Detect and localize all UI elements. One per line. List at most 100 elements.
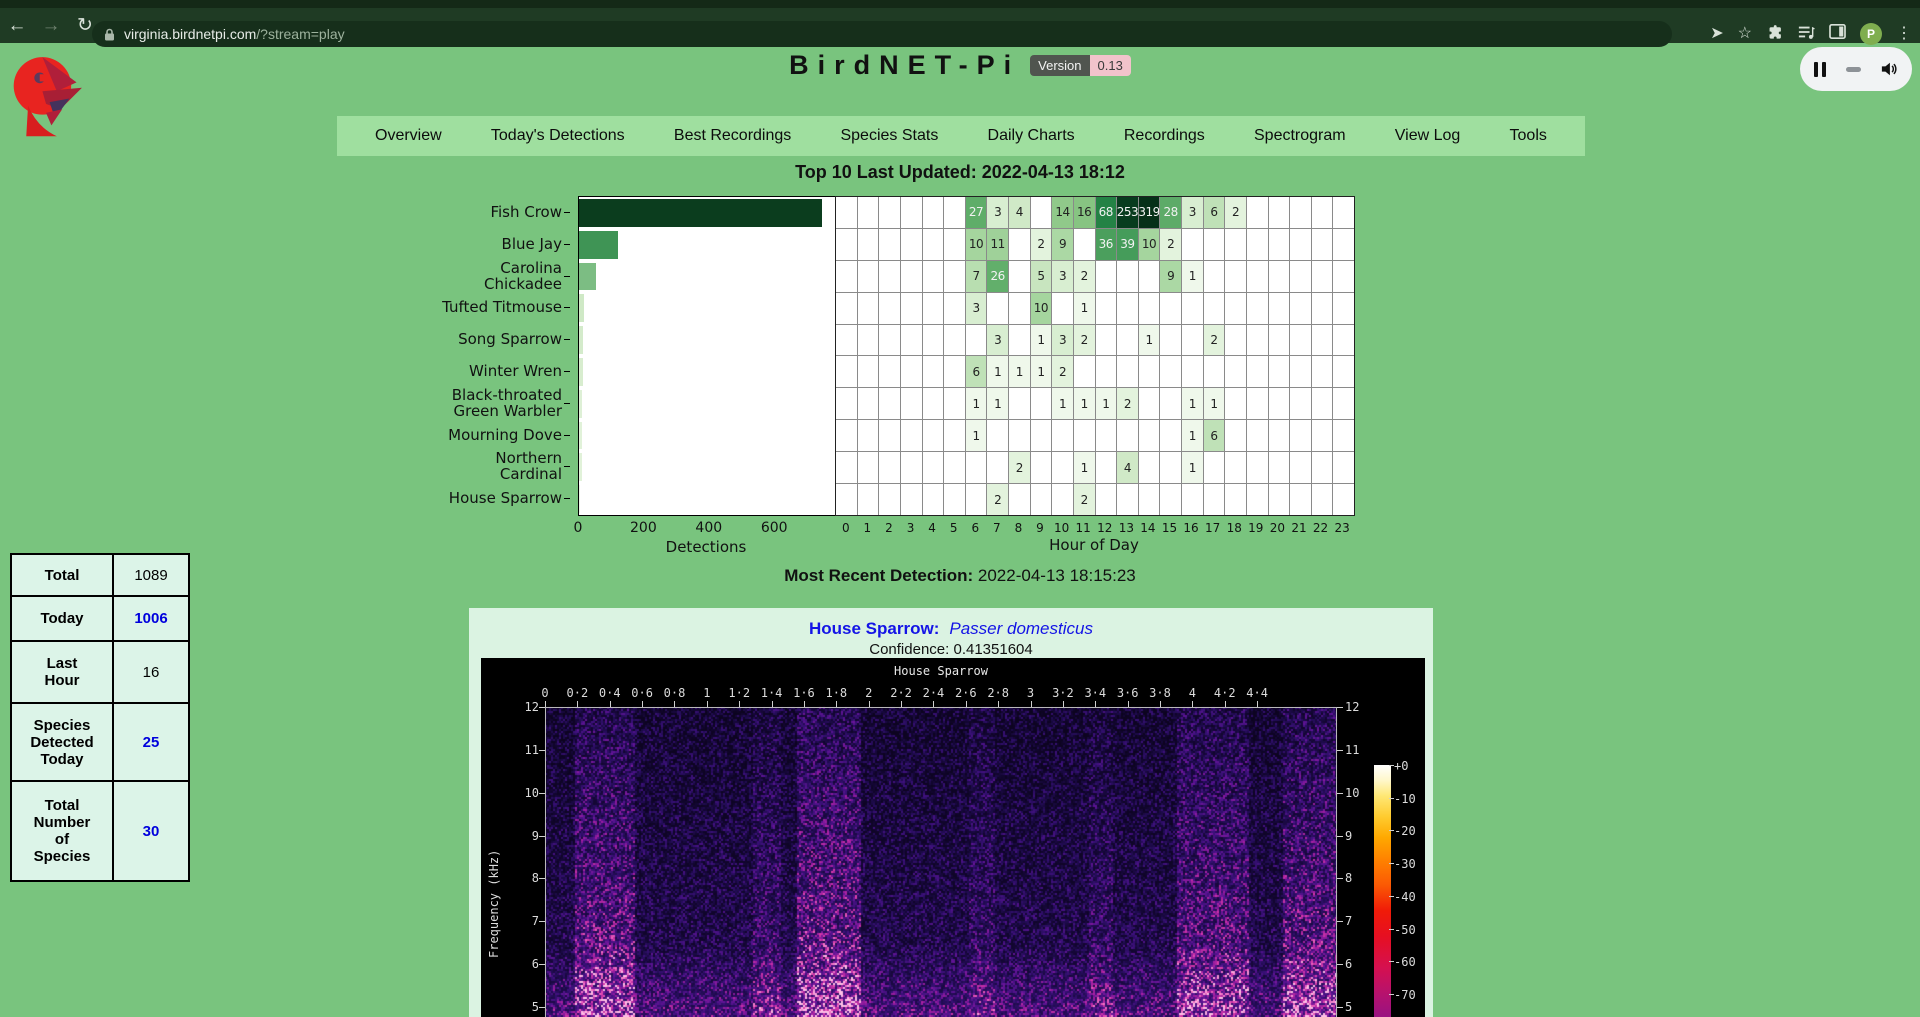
freq-tick-mark <box>539 921 545 922</box>
spectrogram-time-tick: 0·4 <box>599 686 621 700</box>
spectrogram-time-tick: 0·6 <box>631 686 653 700</box>
detections-bar <box>579 422 582 450</box>
send-icon[interactable]: ➤ <box>1710 26 1723 42</box>
address-bar[interactable]: virginia.birdnetpi.com/?stream=play <box>92 21 1672 47</box>
audio-player[interactable] <box>1800 47 1912 91</box>
species-label: House Sparrow <box>312 490 562 506</box>
heatmap-cell <box>966 325 987 356</box>
heatmap-cell: 1 <box>966 420 987 451</box>
heatmap-cell: 1 <box>1009 356 1030 387</box>
heatmap-cell: 16 <box>1074 197 1095 228</box>
spectrogram-time-tick: 3·6 <box>1117 686 1139 700</box>
heatmap-cell <box>923 197 944 228</box>
heatmap-cell <box>901 325 922 356</box>
stats-value[interactable]: 1006 <box>113 596 189 641</box>
profile-avatar[interactable]: P <box>1860 23 1882 45</box>
heatmap-cell <box>1096 293 1117 324</box>
heatmap-cell <box>1225 388 1246 419</box>
heatmap-cell: 27 <box>966 197 987 228</box>
stats-value[interactable]: 30 <box>113 781 189 881</box>
spectrogram-time-tick-mark <box>1063 701 1064 707</box>
nav-item-species-stats[interactable]: Species Stats <box>840 127 938 145</box>
spectrogram-time-tick-mark <box>804 701 805 707</box>
heatmap-cell <box>901 484 922 515</box>
heatmap-cell <box>1096 484 1117 515</box>
colorbar-tick-mark <box>1389 863 1394 864</box>
nav-item-daily-charts[interactable]: Daily Charts <box>988 127 1075 145</box>
colorbar-tick-mark <box>1389 765 1394 766</box>
bookmark-star-icon[interactable]: ☆ <box>1738 26 1752 42</box>
heatmap-cell: 1 <box>1182 452 1203 483</box>
heatmap-cell <box>1290 484 1311 515</box>
heatmap-cell <box>1204 484 1225 515</box>
side-panel-icon[interactable] <box>1829 24 1846 43</box>
nav-item-view-log[interactable]: View Log <box>1395 127 1461 145</box>
media-controls-icon[interactable] <box>1797 24 1815 44</box>
nav-item-spectrogram[interactable]: Spectrogram <box>1254 127 1346 145</box>
heatmap-cell <box>923 325 944 356</box>
detections-bar <box>579 294 584 322</box>
pause-icon[interactable] <box>1814 62 1826 77</box>
heatmap-cell <box>944 293 965 324</box>
stats-value[interactable]: 25 <box>113 703 189 781</box>
heatmap-cell <box>1269 325 1290 356</box>
heatmap-cell <box>944 261 965 292</box>
heatmap-cell <box>987 420 1008 451</box>
heatmap-cell: 1 <box>966 388 987 419</box>
heatmap-cell <box>1096 452 1117 483</box>
heatmap-cell <box>923 293 944 324</box>
extensions-puzzle-icon[interactable] <box>1766 23 1783 44</box>
heatmap-cell <box>923 261 944 292</box>
heatmap-cell <box>923 388 944 419</box>
heatmap-cell: 9 <box>1052 229 1073 260</box>
heatmap-cell <box>858 484 879 515</box>
spectrogram-time-tick: 1·2 <box>728 686 750 700</box>
bar-chart-species-labels: Fish CrowBlue JayCarolina ChickadeeTufte… <box>0 196 570 514</box>
hour-x-tick: 7 <box>993 521 1001 535</box>
hour-x-tick: 9 <box>1036 521 1044 535</box>
heatmap-cell <box>1333 197 1354 228</box>
heatmap-cell <box>1290 388 1311 419</box>
heatmap-cell <box>1247 293 1268 324</box>
heatmap-cell <box>879 356 900 387</box>
nav-item-best-recordings[interactable]: Best Recordings <box>674 127 791 145</box>
hour-x-tick: 20 <box>1270 521 1285 535</box>
nav-item-overview[interactable]: Overview <box>375 127 442 145</box>
colorbar-tick: -40 <box>1394 890 1416 904</box>
stats-label: Total Number of Species <box>11 781 113 881</box>
heatmap-cell <box>1074 420 1095 451</box>
freq-tick-mark <box>539 750 545 751</box>
heatmap-cell <box>1160 388 1181 419</box>
hour-x-tick: 18 <box>1227 521 1242 535</box>
freq-tick-mark <box>1337 836 1343 837</box>
heatmap-cell <box>901 229 922 260</box>
browser-menu-icon[interactable]: ⋮ <box>1896 26 1912 42</box>
seek-handle[interactable] <box>1846 67 1861 72</box>
heatmap-cell: 2 <box>987 484 1008 515</box>
species-tick <box>564 371 570 372</box>
heatmap-cell <box>1247 388 1268 419</box>
heatmap-cell <box>966 452 987 483</box>
latest-detection-card: House Sparrow:Passer domesticus Confiden… <box>469 608 1433 1017</box>
heatmap-cell <box>1052 452 1073 483</box>
back-icon[interactable]: ← <box>0 15 34 37</box>
nav-item-today-s-detections[interactable]: Today's Detections <box>491 127 625 145</box>
nav-item-recordings[interactable]: Recordings <box>1124 127 1205 145</box>
heatmap-cell <box>1290 452 1311 483</box>
spectrogram-time-tick-mark <box>836 701 837 707</box>
colorbar-tick-mark <box>1389 929 1394 930</box>
top10-heading: Top 10 Last Updated: 2022-04-13 18:12 <box>0 162 1920 183</box>
forward-icon[interactable]: → <box>34 15 68 37</box>
detection-species-link[interactable]: House Sparrow: <box>809 619 939 638</box>
spectrogram-time-tick: 2·4 <box>923 686 945 700</box>
heatmap-cell: 319 <box>1139 197 1160 228</box>
volume-icon[interactable] <box>1880 61 1898 77</box>
hour-x-tick: 0 <box>842 521 850 535</box>
heatmap-cell <box>1096 261 1117 292</box>
nav-item-tools[interactable]: Tools <box>1510 127 1547 145</box>
stats-row: Species Detected Today25 <box>11 703 189 781</box>
heatmap-cell: 1 <box>1204 388 1225 419</box>
heatmap-cell: 1 <box>1139 325 1160 356</box>
freq-tick-mark <box>1337 1007 1343 1008</box>
heatmap-cell <box>879 325 900 356</box>
